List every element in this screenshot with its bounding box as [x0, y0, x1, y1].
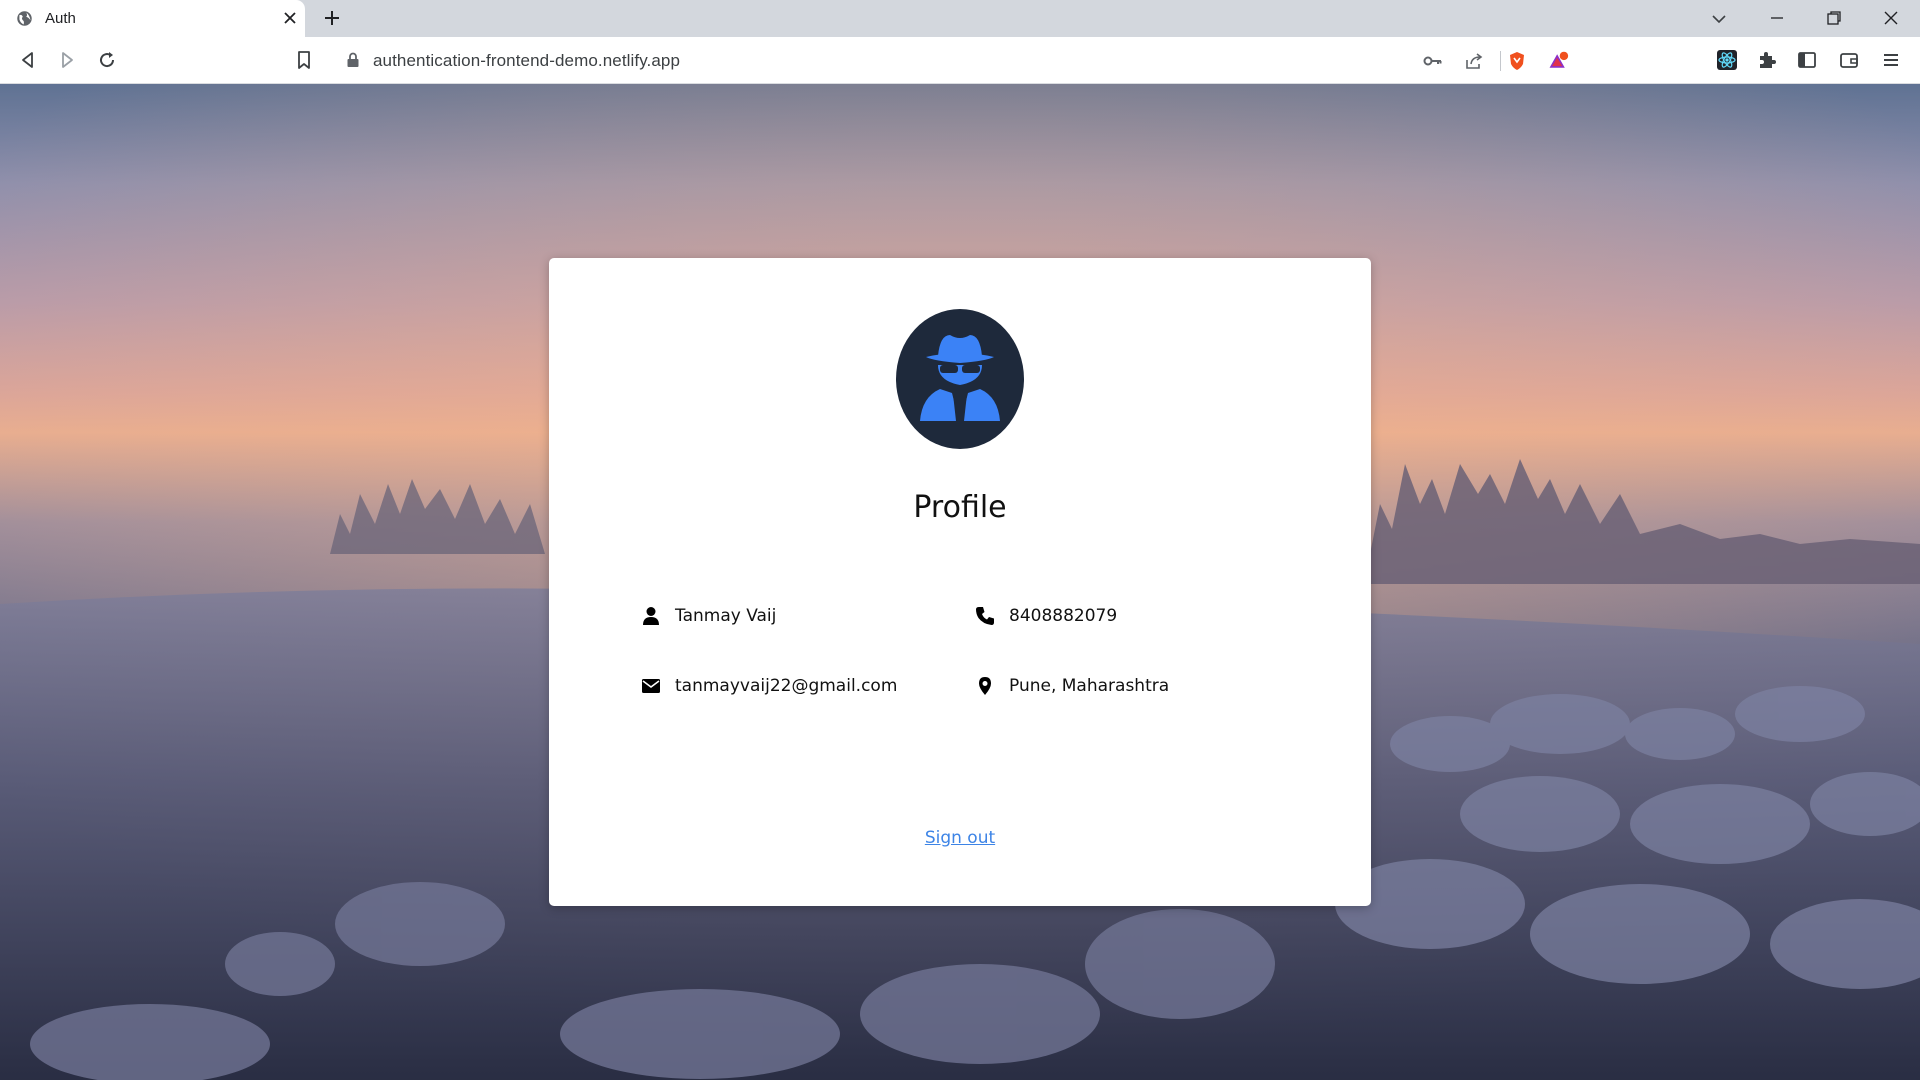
tab-title: Auth: [45, 10, 76, 27]
user-name: Tanmay Vaij: [675, 606, 777, 626]
restore-icon[interactable]: [1825, 9, 1843, 27]
new-tab-icon[interactable]: [322, 8, 342, 28]
menu-icon[interactable]: [1880, 49, 1902, 71]
page-title: Profile: [913, 490, 1007, 525]
wallet-icon[interactable]: [1838, 49, 1860, 71]
profile-card: Profile Tanmay Vaij 8408882079 tanmayvai…: [549, 258, 1371, 906]
location-pin-icon: [979, 677, 991, 695]
chevron-down-icon[interactable]: [1710, 10, 1728, 28]
user-icon: [643, 607, 659, 625]
lock-icon[interactable]: [346, 52, 360, 68]
omnibox-separator: [1500, 51, 1501, 71]
react-devtools-icon[interactable]: [1716, 49, 1738, 71]
share-icon[interactable]: [1463, 50, 1485, 72]
name-item: Tanmay Vaij: [641, 606, 776, 626]
page-background: Profile Tanmay Vaij 8408882079 tanmayvai…: [0, 84, 1920, 1080]
key-icon[interactable]: [1422, 50, 1444, 72]
user-email: tanmayvaij22@gmail.com: [675, 676, 898, 696]
sidebar-icon[interactable]: [1796, 49, 1818, 71]
user-secret-icon: [896, 309, 1024, 449]
back-icon[interactable]: [17, 49, 39, 71]
user-location: Pune, Maharashtra: [1009, 676, 1170, 696]
sign-out-container: Sign out: [549, 828, 1371, 848]
bookmark-icon[interactable]: [293, 49, 315, 71]
globe-icon: [17, 11, 32, 26]
browser-tab[interactable]: Auth: [0, 0, 305, 37]
reload-icon[interactable]: [96, 49, 118, 71]
sign-out-link[interactable]: Sign out: [925, 828, 995, 848]
brave-rewards-icon[interactable]: [1547, 50, 1569, 72]
browser-toolbar: authentication-frontend-demo.netlify.app: [0, 37, 1920, 84]
close-tab-icon[interactable]: [282, 10, 298, 26]
brave-shields-icon[interactable]: [1506, 50, 1528, 72]
location-item: Pune, Maharashtra: [975, 676, 1169, 696]
email-item: tanmayvaij22@gmail.com: [641, 676, 897, 696]
tab-strip: Auth: [0, 0, 1920, 37]
extensions-icon[interactable]: [1756, 49, 1778, 71]
url-text[interactable]: authentication-frontend-demo.netlify.app: [373, 51, 680, 71]
envelope-icon: [642, 679, 660, 693]
user-phone: 8408882079: [1009, 606, 1118, 626]
address-bar[interactable]: authentication-frontend-demo.netlify.app: [332, 42, 1590, 78]
phone-icon: [976, 607, 994, 625]
phone-item: 8408882079: [975, 606, 1117, 626]
forward-icon[interactable]: [56, 49, 78, 71]
window-close-icon[interactable]: [1882, 9, 1900, 27]
minimize-icon[interactable]: [1768, 9, 1786, 27]
